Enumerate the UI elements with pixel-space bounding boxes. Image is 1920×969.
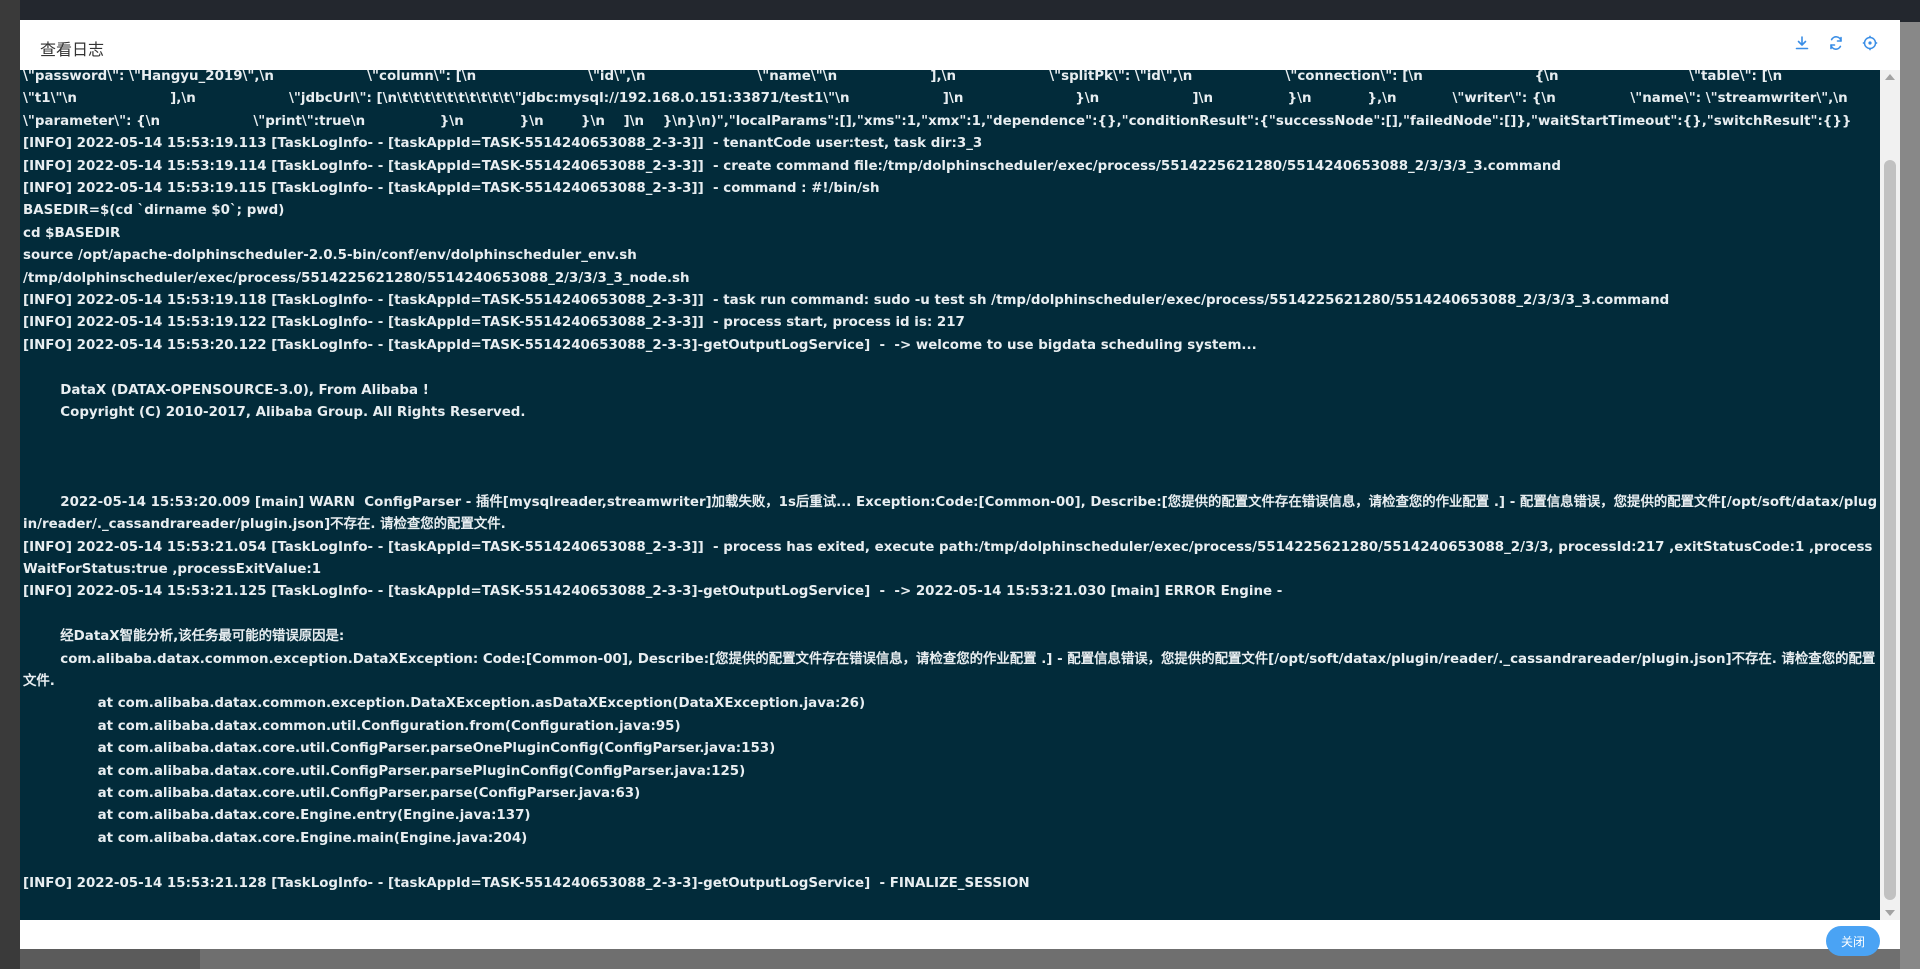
scroll-down-arrow-icon[interactable] bbox=[1885, 910, 1895, 916]
scrollbar-thumb[interactable] bbox=[1884, 160, 1896, 900]
modal-title: 查看日志 bbox=[40, 40, 105, 59]
header-actions bbox=[1792, 33, 1880, 53]
background-nav-strip bbox=[0, 0, 20, 969]
fullscreen-icon[interactable] bbox=[1860, 33, 1880, 53]
scroll-up-arrow-icon[interactable] bbox=[1885, 74, 1895, 80]
log-text: \"password\": \"Hangyu_2019\",\n \"colum… bbox=[23, 70, 1878, 891]
log-content-area[interactable]: \"password\": \"Hangyu_2019\",\n \"colum… bbox=[20, 70, 1880, 920]
app-top-bar bbox=[0, 0, 1920, 22]
refresh-icon[interactable] bbox=[1826, 33, 1846, 53]
download-icon[interactable] bbox=[1792, 33, 1812, 53]
modal-footer: 关闭 bbox=[20, 920, 1900, 956]
modal-header: 查看日志 bbox=[20, 20, 1900, 70]
log-viewer-modal: 查看日志 \"password\": \"Hangyu_2019\",\n \"… bbox=[20, 20, 1900, 956]
close-button[interactable]: 关闭 bbox=[1826, 926, 1880, 956]
background-page-edge bbox=[1900, 22, 1920, 969]
log-scrollbar[interactable] bbox=[1880, 70, 1900, 920]
